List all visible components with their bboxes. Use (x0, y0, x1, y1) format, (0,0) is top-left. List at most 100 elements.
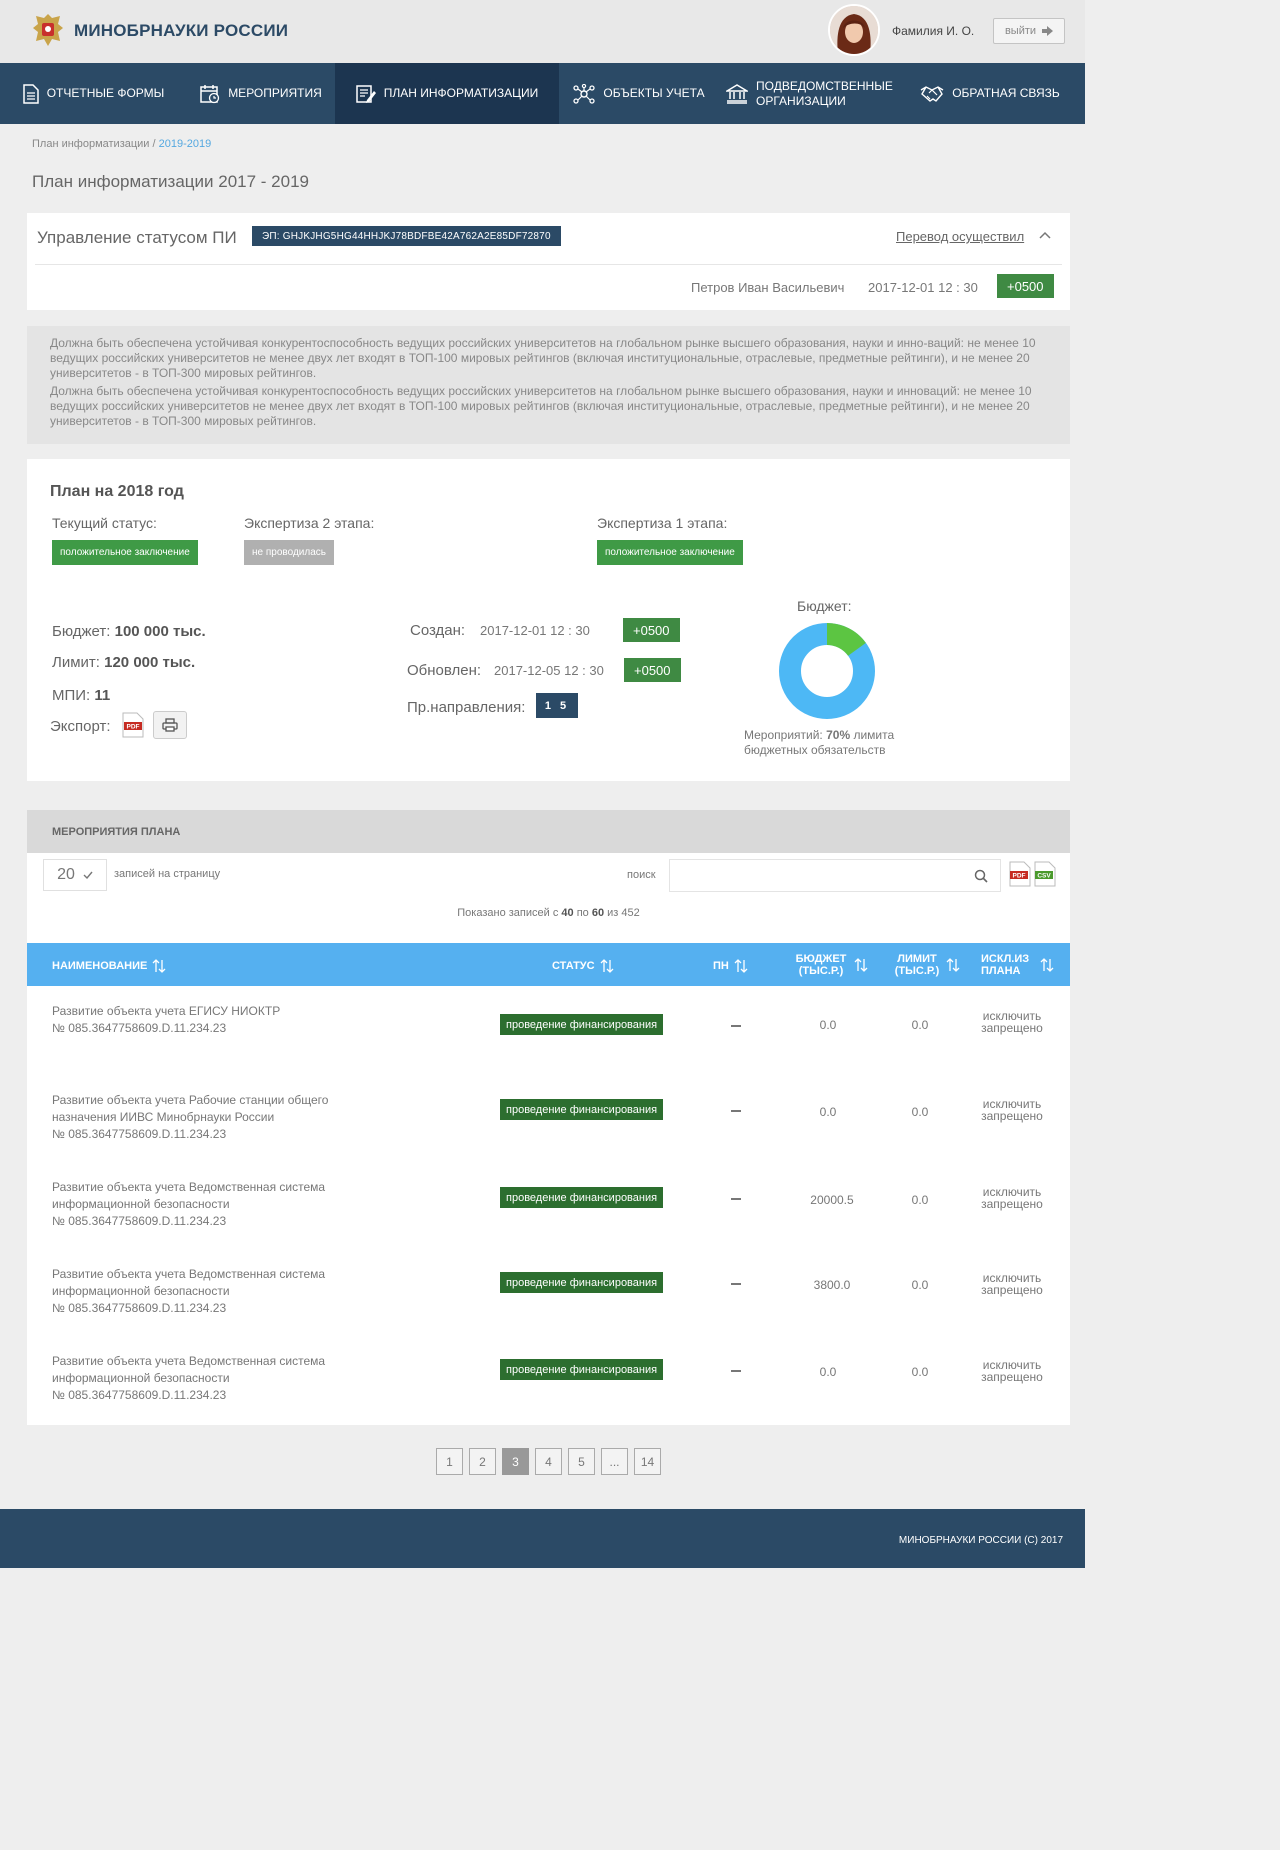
per-page-select[interactable]: 20 (43, 859, 107, 891)
row-exclude: исключить запрещено (981, 1009, 1043, 1035)
row-name: Развитие объекта учета Ведомственная сис… (52, 1353, 325, 1404)
print-button[interactable] (153, 711, 187, 739)
chevron-up-icon[interactable] (1039, 231, 1051, 239)
events-panel: 20 записей на страницу поиск PDF CSV Пок… (27, 853, 1070, 1425)
logout-label: выйти (1004, 25, 1037, 37)
current-status-label: Текущий статус: (52, 515, 157, 531)
csv-download-icon[interactable]: CSV (1034, 861, 1056, 887)
shown-suffix: из 452 (604, 907, 640, 919)
pdf-icon-label: PDF (1013, 873, 1026, 880)
status-badge: проведение финансирования (500, 1014, 664, 1035)
mpi-row: МПИ: 11 (52, 687, 110, 704)
shown-prefix: Показано записей с (457, 907, 562, 919)
nav-item-objects[interactable]: ОБЪЕКТЫ УЧЕТА (559, 63, 719, 124)
breadcrumb-parent[interactable]: План информатизации (32, 138, 149, 150)
row-name-line: № 085.3647758609.D.11.234.23 (52, 1127, 227, 1141)
page-button[interactable]: 1 (436, 1448, 463, 1475)
row-name: Развитие объекта учета ЕГИСУ НИОКТР № 085… (52, 1003, 280, 1037)
page-button-active[interactable]: 3 (502, 1448, 529, 1475)
budget-row: Бюджет: 100 000 тыс. (52, 623, 206, 640)
row-limit: 0.0 (911, 1193, 929, 1207)
page-button[interactable]: 4 (535, 1448, 562, 1475)
pn-dash (731, 1283, 741, 1285)
nav-item-feedback[interactable]: ОБРАТНАЯ СВЯЗЬ (895, 63, 1085, 124)
direction-badge: 1 5 (536, 693, 578, 718)
row-limit: 0.0 (911, 1105, 929, 1119)
transfer-link[interactable]: Перевод осуществил (896, 229, 1024, 244)
shown-from: 40 (561, 907, 574, 919)
divider (35, 264, 1062, 265)
status-panel: Управление статусом ПИ ЭП: GHJKJHG5HG44H… (27, 213, 1070, 310)
col-status-header[interactable]: СТАТУС (552, 959, 614, 973)
pdf-export-icon[interactable]: PDF (122, 712, 144, 741)
col-pn-label: ПН (713, 960, 729, 972)
col-budget-label: БЮДЖЕТ (ТЫС.Р.) (795, 953, 847, 977)
plan-description: Должна быть обеспечена устойчивая конкур… (27, 326, 1070, 444)
col-status-label: СТАТУС (552, 960, 595, 972)
col-exclude-header[interactable]: ИСКЛ.ИЗ ПЛАНА (981, 953, 1054, 977)
col-pn-header[interactable]: ПН (713, 959, 748, 973)
page-ellipsis: ... (601, 1448, 628, 1475)
row-budget: 0.0 (819, 1105, 837, 1119)
sort-icon (1040, 958, 1054, 972)
printer-icon (162, 718, 178, 732)
page-button[interactable]: 14 (634, 1448, 661, 1475)
shown-mid: по (573, 907, 592, 919)
search-input[interactable] (669, 859, 1001, 892)
nav-item-reports[interactable]: ОТЧЕТНЫЕ ФОРМЫ (0, 63, 187, 124)
budget-label: Бюджет: (52, 623, 111, 640)
row-exclude: исключить запрещено (981, 1185, 1043, 1211)
limit-value: 120 000 тыс. (104, 654, 196, 671)
nav-label: ОБЪЕКТЫ УЧЕТА (603, 86, 705, 100)
pn-dash (731, 1198, 741, 1200)
created-date: 2017-12-01 12 : 30 (480, 623, 590, 638)
donut-title: Бюджет: (797, 598, 852, 614)
breadcrumb-current[interactable]: 2019-2019 (159, 138, 212, 150)
row-budget: 0.0 (819, 1365, 837, 1379)
timezone-badge: +0500 (997, 274, 1054, 298)
pdf-icon-label: PDF (127, 724, 140, 731)
direction-label: Пр.направления: (407, 699, 526, 716)
col-budget-header[interactable]: БЮДЖЕТ (ТЫС.Р.) (793, 953, 868, 977)
row-name: Развитие объекта учета Рабочие станции о… (52, 1092, 328, 1143)
avatar[interactable] (828, 4, 880, 56)
col-limit-header[interactable]: ЛИМИТ (ТЫС.Р.) (893, 953, 960, 977)
check-icon (83, 871, 93, 879)
search-icon[interactable] (974, 869, 988, 883)
sort-icon (600, 959, 614, 973)
emblem-logo[interactable] (30, 11, 66, 49)
row-name-line: информационной безопасности (52, 1284, 230, 1298)
document-icon (22, 83, 39, 104)
row-name: Развитие объекта учета Ведомственная сис… (52, 1179, 325, 1230)
page-button[interactable]: 5 (568, 1448, 595, 1475)
nav-label: МЕРОПРИЯТИЯ (228, 86, 322, 100)
pdf-download-icon[interactable]: PDF (1009, 861, 1031, 887)
per-page-label: записей на страницу (114, 868, 221, 880)
events-header: МЕРОПРИЯТИЯ ПЛАНА (27, 810, 1070, 853)
col-name-header[interactable]: НАИМЕНОВАНИЕ (52, 959, 166, 973)
expertise1-badge: положительное заключение (597, 540, 743, 565)
row-name-line: № 085.3647758609.D.11.234.23 (52, 1021, 227, 1035)
breadcrumb: План информатизации / 2019-2019 (32, 138, 211, 150)
table-header: НАИМЕНОВАНИЕ СТАТУС ПН БЮДЖЕТ (ТЫС.Р.) Л… (27, 943, 1070, 986)
footer-copyright: МИНОБРНАУКИ РОССИИ (С) 2017 (898, 1535, 1063, 1546)
nav-item-organizations[interactable]: ПОДВЕДОМСТВЕННЫЕ ОРГАНИЗАЦИИ (719, 63, 895, 124)
col-exclude-label: ИСКЛ.ИЗ ПЛАНА (981, 953, 1030, 977)
budget-donut-chart (779, 623, 875, 719)
expertise2-badge: не проводилась (244, 540, 334, 565)
row-limit: 0.0 (911, 1365, 929, 1379)
page-button[interactable]: 2 (469, 1448, 496, 1475)
brand-title[interactable]: МИНОБРНАУКИ РОССИИ (74, 21, 288, 41)
donut-caption: Мероприятий: 70% лимита бюджетных обязат… (744, 728, 894, 758)
description-paragraph: Должна быть обеспечена устойчивая конкур… (50, 384, 1032, 428)
nav-item-events[interactable]: МЕРОПРИЯТИЯ (187, 63, 335, 124)
transfer-date: 2017-12-01 12 : 30 (868, 280, 978, 295)
breadcrumb-separator: / (149, 138, 159, 150)
status-panel-title: Управление статусом ПИ (37, 228, 237, 247)
user-name[interactable]: Фамилия И. О. (892, 24, 974, 38)
row-name: Развитие объекта учета Ведомственная сис… (52, 1266, 325, 1317)
row-name-line: Развитие объекта учета Ведомственная сис… (52, 1180, 326, 1194)
logout-button[interactable]: выйти (993, 18, 1065, 44)
nav-item-plan[interactable]: ПЛАН ИНФОРМАТИЗАЦИИ (335, 63, 559, 124)
row-limit: 0.0 (911, 1278, 929, 1292)
